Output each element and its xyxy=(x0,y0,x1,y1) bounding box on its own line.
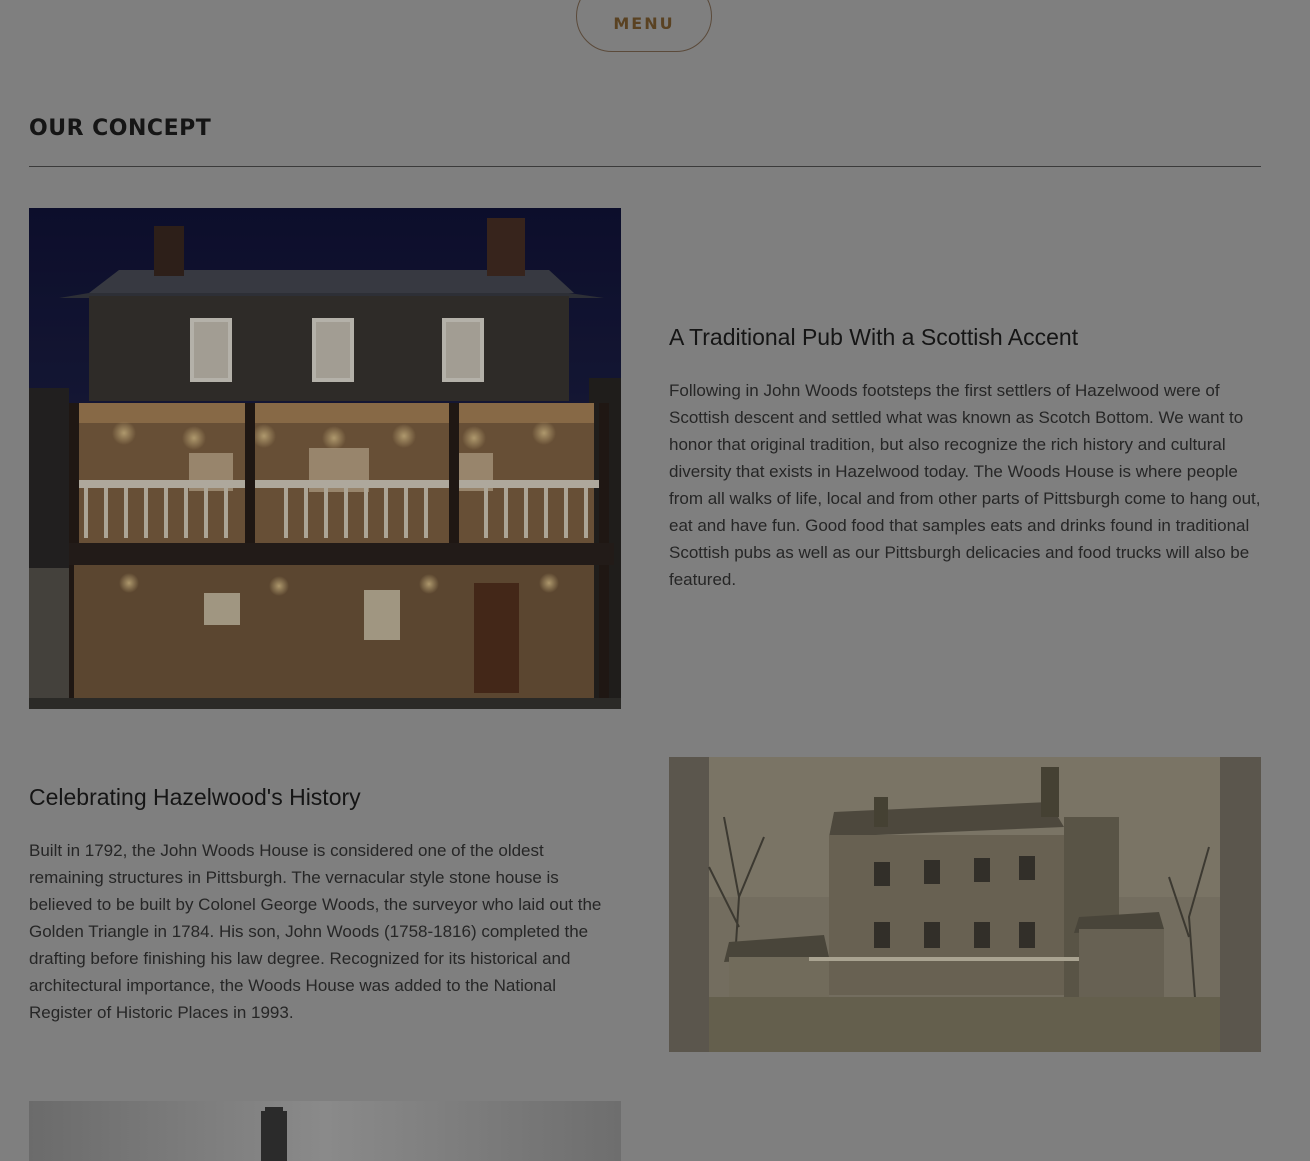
menu-button[interactable]: MENU xyxy=(576,0,712,52)
concept-text: Following in John Woods footsteps the fi… xyxy=(669,381,1261,589)
concept-heading: A Traditional Pub With a Scottish Accent xyxy=(669,324,1079,350)
section-divider xyxy=(29,166,1261,167)
pub-night-photo xyxy=(29,208,621,709)
section-title: OUR CONCEPT xyxy=(29,116,212,141)
pub-exterior-photo xyxy=(29,1101,621,1161)
history-text: Built in 1792, the John Woods House is c… xyxy=(29,841,602,1022)
historic-house-photo xyxy=(669,757,1261,1052)
history-heading: Celebrating Hazelwood's History xyxy=(29,784,361,810)
